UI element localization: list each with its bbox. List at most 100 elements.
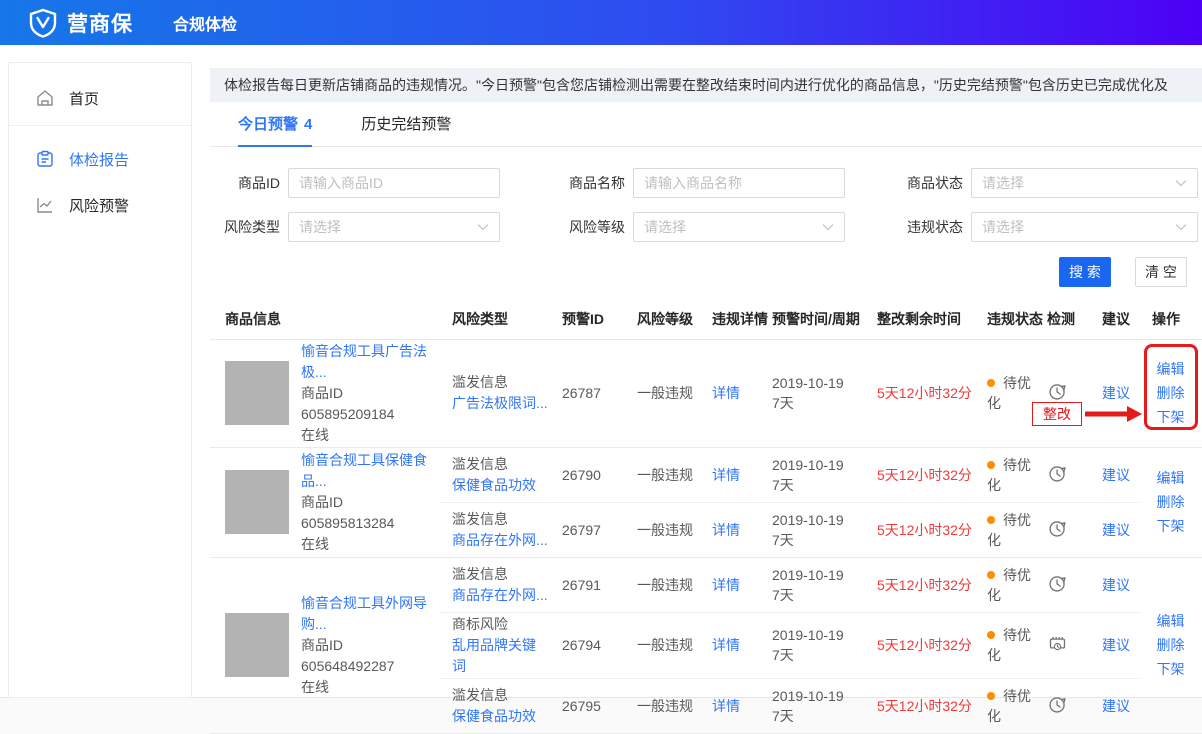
warnings-table: 商品信息 风险类型 预警ID 风险等级 违规详情 预警时间/周期 整改剩余时间 …	[210, 299, 1202, 734]
suggestion-link[interactable]: 建议	[1102, 467, 1130, 483]
delete-link[interactable]: 删除	[1140, 490, 1201, 514]
violation-detail-link[interactable]: 详情	[712, 637, 740, 653]
violation-status-cell: 待优化	[975, 447, 1035, 502]
violation-status-cell: 待优化	[975, 678, 1035, 733]
product-title-link[interactable]: 愉音合规工具外网导购...	[301, 595, 427, 632]
violation-detail-link[interactable]: 详情	[712, 577, 740, 593]
search-button[interactable]: 搜 索	[1059, 257, 1111, 287]
clock-history-icon[interactable]	[1047, 471, 1068, 487]
product-id: 商品ID 605648492287	[301, 635, 439, 677]
brand: 营商保	[28, 8, 133, 38]
chevron-down-icon	[822, 218, 834, 236]
suggestion-link[interactable]: 建议	[1102, 385, 1130, 401]
risk-detail-link[interactable]: 商品存在外网...	[452, 532, 548, 548]
unpublish-link[interactable]: 下架	[1140, 514, 1201, 538]
risk-level-cell: 一般违规	[625, 502, 700, 557]
product-status-select[interactable]: 请选择	[971, 168, 1198, 198]
product-title-link[interactable]: 愉音合规工具保健食品...	[301, 452, 427, 489]
suggestion-link[interactable]: 建议	[1102, 637, 1130, 653]
violation-detail-link[interactable]: 详情	[712, 522, 740, 538]
suggestion-link[interactable]: 建议	[1102, 522, 1130, 538]
status-dot	[987, 571, 995, 579]
risk-detail-link[interactable]: 保健食品功效	[452, 708, 536, 724]
product-cell: 愉音合规工具广告法极... 商品ID 605895209184 在线	[210, 339, 440, 447]
suggestion-link[interactable]: 建议	[1102, 698, 1130, 714]
sidebar-item-risk-warning[interactable]: 风险预警	[9, 182, 191, 228]
unpublish-link[interactable]: 下架	[1140, 405, 1201, 429]
delete-link[interactable]: 删除	[1140, 633, 1201, 657]
clear-button[interactable]: 清 空	[1135, 257, 1187, 287]
risk-level-cell: 一般违规	[625, 557, 700, 612]
detect-cell	[1035, 612, 1090, 678]
warning-time-cell: 2019-10-19 7天	[760, 447, 865, 502]
warning-id-cell: 26797	[550, 502, 625, 557]
table-row: 愉音合规工具广告法极... 商品ID 605895209184 在线 滥发信息 …	[210, 339, 1202, 447]
sidebar: 首页 体检报告	[8, 62, 192, 698]
calendar-clock-icon[interactable]	[1047, 641, 1068, 657]
status-dot	[987, 692, 995, 700]
warning-id-cell: 26787	[550, 339, 625, 447]
product-image	[225, 470, 289, 534]
remaining-time: 5天12小时32分	[877, 385, 972, 401]
sidebar-item-report[interactable]: 体检报告	[9, 136, 191, 182]
warning-time-cell: 2019-10-19 7天	[760, 339, 865, 447]
tab-count-badge: 4	[304, 116, 312, 133]
app-title: 合规体检	[173, 11, 237, 35]
status-dot	[987, 631, 995, 639]
risk-level-cell: 一般违规	[625, 339, 700, 447]
sidebar-item-home[interactable]: 首页	[9, 75, 191, 121]
violation-detail-link[interactable]: 详情	[712, 698, 740, 714]
product-status: 在线	[301, 534, 439, 555]
filter-row-1: 商品ID 商品名称 商品状态 请选择	[210, 168, 1202, 198]
warning-id-cell: 26790	[550, 447, 625, 502]
detect-cell	[1035, 557, 1090, 612]
product-name-input[interactable]	[633, 168, 845, 198]
tab-history-warnings[interactable]: 历史完结预警	[361, 112, 451, 147]
product-id: 商品ID 605895813284	[301, 492, 439, 534]
table-row: 愉音合规工具保健食品... 商品ID 605895813284 在线 滥发信息 …	[210, 447, 1202, 502]
clock-history-icon[interactable]	[1047, 581, 1068, 597]
edit-link[interactable]: 编辑	[1140, 357, 1201, 381]
unpublish-link[interactable]: 下架	[1140, 657, 1201, 681]
main-content: 体检报告每日更新店铺商品的违规情况。"今日预警"包含您店铺检测出需要在整改结束时…	[210, 45, 1202, 734]
delete-link[interactable]: 删除	[1140, 381, 1201, 405]
risk-type-select[interactable]: 请选择	[288, 212, 500, 242]
clock-history-icon[interactable]	[1047, 526, 1068, 542]
product-status: 在线	[301, 677, 439, 698]
remaining-time: 5天12小时32分	[877, 522, 972, 538]
edit-link[interactable]: 编辑	[1140, 466, 1201, 490]
product-id-input[interactable]	[288, 168, 500, 198]
edit-link[interactable]: 编辑	[1140, 609, 1201, 633]
home-icon	[35, 88, 55, 108]
warning-id-cell: 26795	[550, 678, 625, 733]
violation-detail-link[interactable]: 详情	[712, 467, 740, 483]
violation-status-cell: 待优化	[975, 612, 1035, 678]
top-bar: 营商保 合规体检	[0, 0, 1202, 45]
violation-status-select[interactable]: 请选择	[971, 212, 1198, 242]
tab-bar: 今日预警4 历史完结预警	[210, 112, 1202, 147]
risk-detail-link[interactable]: 广告法极限词...	[452, 395, 548, 411]
table-row: 愉音合规工具外网导购... 商品ID 605648492287 在线 滥发信息 …	[210, 557, 1202, 612]
violation-detail-link[interactable]: 详情	[712, 385, 740, 401]
warning-id-cell: 26791	[550, 557, 625, 612]
warning-time-cell: 2019-10-19 7天	[760, 502, 865, 557]
clock-history-icon[interactable]	[1047, 702, 1068, 718]
risk-type-cell: 滥发信息 保健食品功效	[440, 678, 550, 733]
risk-detail-link[interactable]: 保健食品功效	[452, 477, 536, 493]
tab-today-warnings[interactable]: 今日预警4	[238, 112, 312, 147]
risk-level-select[interactable]: 请选择	[633, 212, 845, 242]
chevron-down-icon	[1175, 174, 1187, 192]
risk-level-cell: 一般违规	[625, 612, 700, 678]
remaining-time: 5天12小时32分	[877, 467, 972, 483]
detect-cell	[1035, 339, 1090, 447]
risk-type-cell: 商标风险 乱用品牌关键词	[440, 612, 550, 678]
status-dot	[987, 516, 995, 524]
risk-detail-link[interactable]: 乱用品牌关键词	[452, 637, 536, 674]
violation-status-cell: 待优化	[975, 339, 1035, 447]
risk-detail-link[interactable]: 商品存在外网...	[452, 587, 548, 603]
filter-label-risk-type: 风险类型	[210, 217, 280, 237]
suggestion-link[interactable]: 建议	[1102, 577, 1130, 593]
status-dot	[987, 379, 995, 387]
detect-cell	[1035, 447, 1090, 502]
product-title-link[interactable]: 愉音合规工具广告法极...	[301, 343, 427, 380]
